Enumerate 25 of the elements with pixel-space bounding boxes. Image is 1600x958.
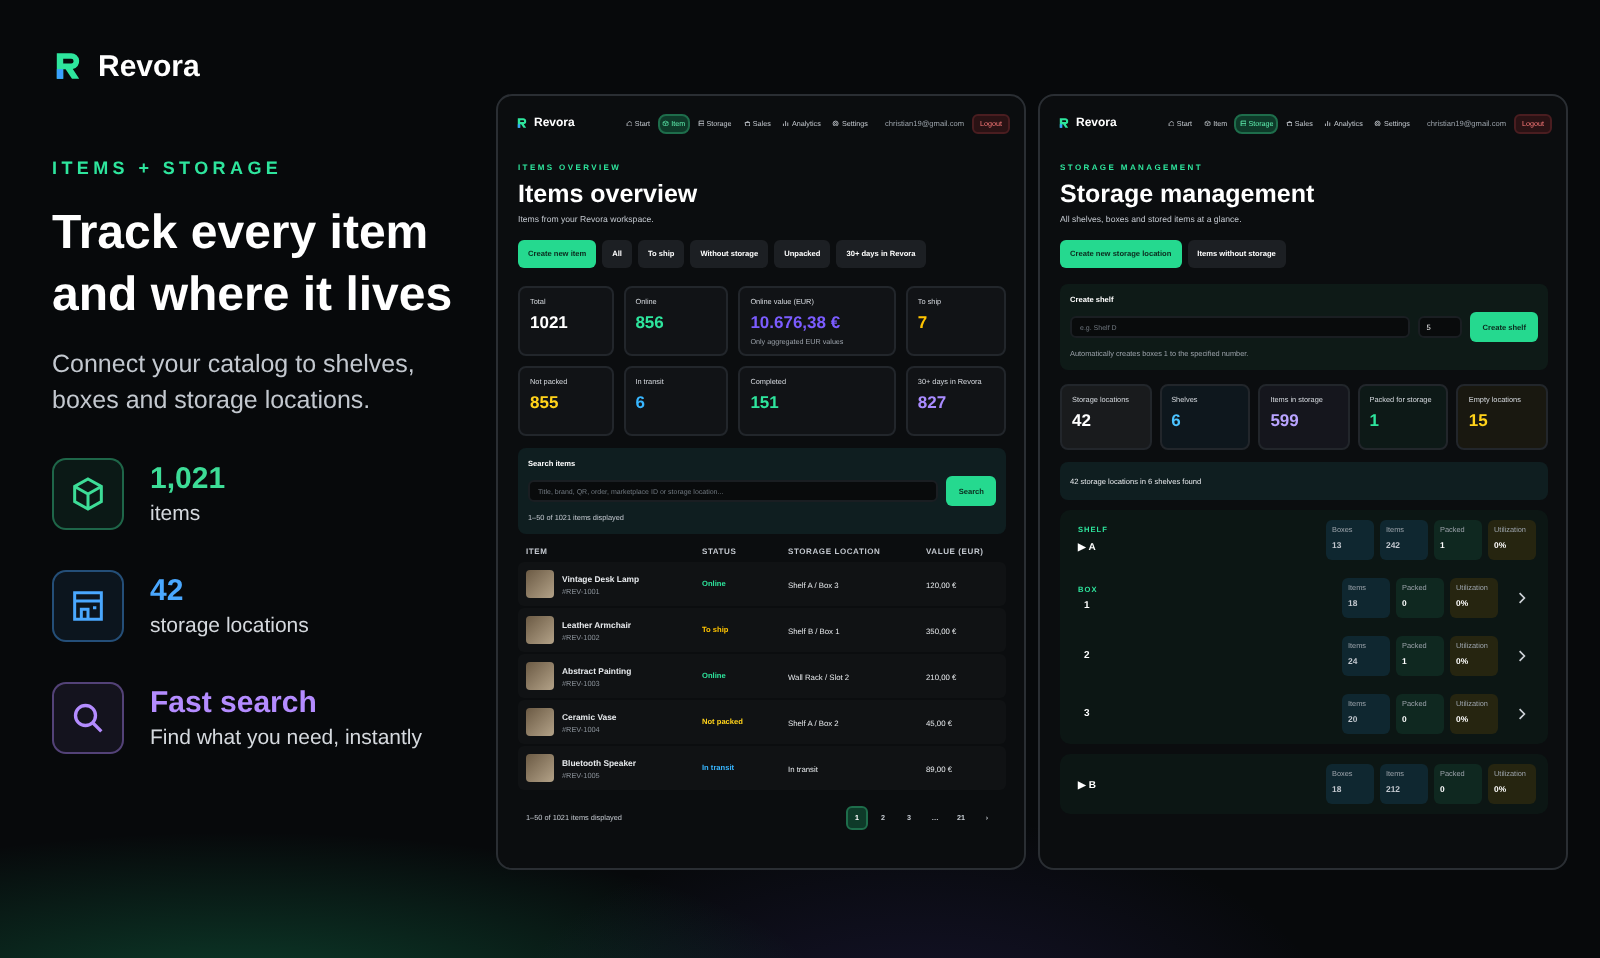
page-title: Storage management — [1060, 180, 1317, 208]
page-title: Items overview — [518, 180, 700, 208]
headline: Track every item and where it lives — [52, 204, 455, 326]
stat-value: 7 — [917, 312, 928, 332]
feature-label: Find what you need, instantly — [150, 726, 422, 750]
stat-value: 15 — [1468, 410, 1488, 430]
stat-value: 42 — [1072, 410, 1091, 430]
feature-label: storage locations — [150, 614, 309, 638]
stat-value: 599 — [1270, 410, 1299, 430]
stat-value: 1 — [1369, 410, 1380, 430]
brand-name: Revora — [98, 49, 200, 83]
stat-value: 855 — [530, 392, 559, 412]
stat-value: 151 — [750, 392, 779, 412]
stat-value: 6 — [1171, 410, 1181, 430]
stat-value: 6 — [635, 392, 645, 412]
stat-value: 856 — [635, 312, 664, 332]
feature-value: 1,021 — [150, 462, 226, 496]
stat-value: 1021 — [530, 312, 568, 332]
eyebrow: ITEMS + STORAGE — [52, 158, 285, 178]
stat-value: 10.676,38 € — [750, 312, 841, 332]
feature-value: 42 — [150, 574, 186, 608]
feature-value: Fast search — [150, 686, 319, 720]
subtitle: Connect your catalog to shelves, boxes and storage locations. — [52, 348, 417, 418]
stat-value: 827 — [917, 392, 947, 412]
feature-label: items — [150, 502, 203, 526]
